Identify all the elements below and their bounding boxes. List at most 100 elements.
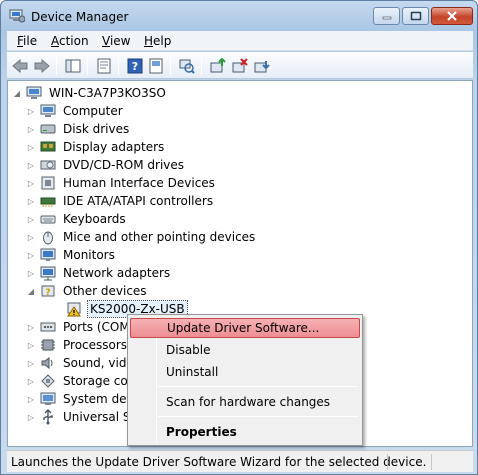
toolbar-separator: [201, 57, 202, 75]
sound-icon: [41, 357, 53, 369]
menu-file[interactable]: File: [17, 34, 37, 48]
expand-arrow-icon[interactable]: ▷: [26, 340, 36, 350]
expand-arrow-icon[interactable]: ▷: [26, 268, 36, 278]
ports-icon: [40, 322, 56, 332]
tree-item-mouse[interactable]: ▷ Mice and other pointing devices: [26, 228, 257, 246]
tree-item-label: Network adapters: [63, 266, 171, 280]
expand-arrow-icon[interactable]: ▷: [26, 142, 36, 152]
tree-item-disk-drive[interactable]: ▷ Disk drives: [26, 120, 131, 138]
expand-arrow-icon[interactable]: ▷: [26, 106, 36, 116]
tree-item-computer[interactable]: ▷ Computer: [26, 102, 125, 120]
svg-text:?: ?: [132, 60, 138, 73]
tree-item-label: Sound, vide: [63, 356, 134, 370]
tree-root[interactable]: ◢ WIN-C3A7P3KO3SO: [12, 84, 168, 102]
tree-item-sound[interactable]: ▷ Sound, vide: [26, 354, 136, 372]
status-bar: Launches the Update Driver Software Wiza…: [7, 450, 473, 472]
ctx-scan-hardware[interactable]: Scan for hardware changes: [130, 392, 360, 412]
expand-arrow-icon[interactable]: ▷: [26, 232, 36, 242]
device-manager-icon: [9, 9, 25, 23]
tree-item-label: Human Interface Devices: [63, 176, 215, 190]
uninstall-button[interactable]: [231, 57, 249, 75]
ctx-properties[interactable]: Properties: [130, 422, 360, 442]
context-menu: Update Driver Software... Disable Uninst…: [127, 314, 363, 446]
expand-arrow-icon[interactable]: ▷: [26, 394, 36, 404]
tree-root-label: WIN-C3A7P3KO3SO: [49, 86, 166, 100]
menu-view[interactable]: View: [102, 34, 130, 48]
expand-arrow-icon[interactable]: ▷: [26, 160, 36, 170]
warning-device-icon: [67, 302, 81, 317]
tree-item-label: Monitors: [63, 248, 115, 262]
help-button[interactable]: ?: [126, 57, 144, 75]
toolbar: ?: [7, 52, 473, 79]
tree-item-label: Other devices: [63, 284, 147, 298]
ctx-uninstall[interactable]: Uninstall: [130, 362, 360, 382]
computer-icon: [40, 104, 56, 117]
status-text: Launches the Update Driver Software Wiza…: [11, 455, 427, 469]
show-hide-tree-button[interactable]: [64, 57, 82, 75]
tree-item-usb-controller[interactable]: ▷ Universal Se: [26, 408, 140, 426]
update-driver-button[interactable]: [209, 57, 227, 75]
tree-item-processor[interactable]: ▷ Processors: [26, 336, 129, 354]
tree-item-label: Display adapters: [63, 140, 165, 154]
tree-item-storage-controller[interactable]: ▷ Storage cor: [26, 372, 135, 390]
maximize-button[interactable]: [402, 7, 429, 25]
expand-arrow-icon[interactable]: ▷: [26, 196, 36, 206]
collapse-arrow-icon[interactable]: ◢: [12, 88, 22, 98]
expand-arrow-icon[interactable]: ▷: [26, 322, 36, 332]
tree-item-keyboard[interactable]: ▷ Keyboards: [26, 210, 128, 228]
uninstall-icon: [232, 58, 248, 73]
context-menu-separator: [158, 416, 358, 417]
tree-item-hid[interactable]: ▷ Human Interface Devices: [26, 174, 217, 192]
network-adapter-icon: [40, 266, 56, 281]
tree-item-other-devices[interactable]: ◢? Other devices: [26, 282, 149, 300]
tree-item-display-adapter[interactable]: ▷ Display adapters: [26, 138, 166, 156]
expand-arrow-icon[interactable]: ▷: [26, 214, 36, 224]
minimize-button[interactable]: [373, 7, 400, 25]
back-icon: [12, 59, 28, 73]
expand-arrow-icon[interactable]: ▷: [26, 250, 36, 260]
tree-item-network-adapter[interactable]: ▷ Network adapters: [26, 264, 172, 282]
forward-button[interactable]: [33, 57, 51, 75]
view-button[interactable]: [147, 57, 165, 75]
ctx-disable[interactable]: Disable: [130, 340, 360, 360]
processor-icon: [41, 339, 55, 351]
close-button[interactable]: [431, 7, 473, 25]
monitor-icon: [40, 248, 56, 261]
minimize-icon: [382, 16, 391, 20]
menu-help[interactable]: Help: [144, 34, 171, 48]
window-title: Device Manager: [31, 10, 129, 24]
tree-item-ports[interactable]: ▷ Ports (COM: [26, 318, 132, 336]
tree-item-dvd-drive[interactable]: ▷ DVD/CD-ROM drives: [26, 156, 186, 174]
expand-arrow-icon[interactable]: ▷: [26, 412, 36, 422]
expand-arrow-icon[interactable]: ▷: [26, 124, 36, 134]
disk-drive-icon: [40, 124, 56, 134]
close-icon: [447, 11, 457, 21]
back-button[interactable]: [11, 57, 29, 75]
tree-item-system-devices[interactable]: ▷ System dev: [26, 390, 136, 408]
toolbar-separator: [87, 57, 88, 75]
properties-button[interactable]: [95, 57, 113, 75]
tree-item-monitor[interactable]: ▷ Monitors: [26, 246, 117, 264]
tree-item-label: Disk drives: [63, 122, 130, 136]
expand-arrow-icon[interactable]: ▷: [26, 376, 36, 386]
display-adapter-icon: [40, 141, 56, 152]
expand-arrow-icon[interactable]: ▷: [26, 358, 36, 368]
maximize-icon: [410, 11, 421, 21]
tree-item-ide-controller[interactable]: ▷ IDE ATA/ATAPI controllers: [26, 192, 215, 210]
collapse-arrow-icon[interactable]: ◢: [26, 286, 36, 296]
disable-button[interactable]: [253, 57, 271, 75]
computer-root-icon: [26, 86, 42, 99]
menu-action[interactable]: Action: [51, 34, 89, 48]
disable-icon: [254, 61, 270, 73]
scan-hardware-button[interactable]: [178, 57, 196, 75]
title-bar[interactable]: Device Manager: [1, 1, 477, 31]
tree-item-label: DVD/CD-ROM drives: [63, 158, 185, 172]
expand-arrow-icon[interactable]: ▷: [26, 178, 36, 188]
tree-item-label: Mice and other pointing devices: [63, 230, 256, 244]
tree-item-label: Storage cor: [63, 374, 133, 388]
status-divider: [431, 454, 432, 470]
ctx-update-driver[interactable]: Update Driver Software...: [130, 318, 360, 338]
tree-item-label: System dev: [63, 392, 134, 406]
view-icon: [149, 58, 163, 74]
